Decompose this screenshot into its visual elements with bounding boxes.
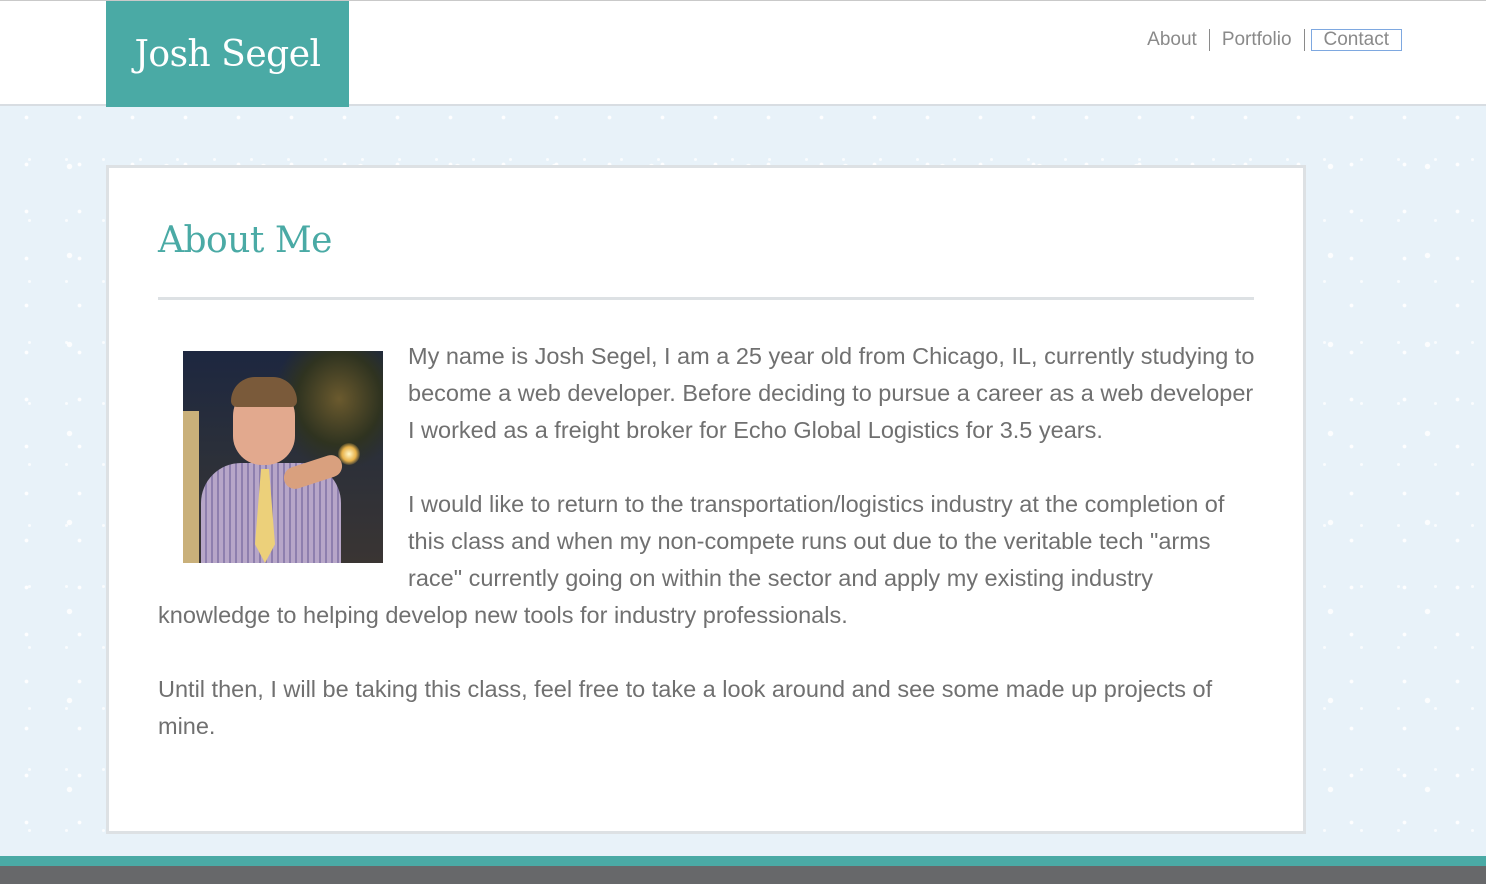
about-paragraph-3: Until then, I will be taking this class,…	[158, 676, 1213, 739]
nav-divider	[1303, 29, 1305, 51]
main-nav: About Portfolio Contact	[1135, 28, 1402, 52]
about-content: My name is Josh Segel, I am a 25 year ol…	[158, 338, 1258, 745]
about-card: About Me My name is Josh Segel, I am a 2…	[106, 165, 1306, 834]
footer-bar	[0, 866, 1486, 884]
page-title: About Me	[158, 220, 332, 261]
nav-contact-link[interactable]: Contact	[1310, 29, 1402, 51]
profile-photo	[183, 351, 383, 563]
site-header: Josh Segel About Portfolio Contact	[0, 0, 1486, 107]
brand-name: Josh Segel	[134, 33, 321, 75]
brand-logo[interactable]: Josh Segel	[106, 1, 349, 107]
nav-portfolio-link[interactable]: Portfolio	[1210, 29, 1304, 51]
nav-about-link[interactable]: About	[1135, 29, 1209, 51]
footer-accent-bar	[0, 856, 1486, 866]
title-divider	[158, 297, 1254, 300]
